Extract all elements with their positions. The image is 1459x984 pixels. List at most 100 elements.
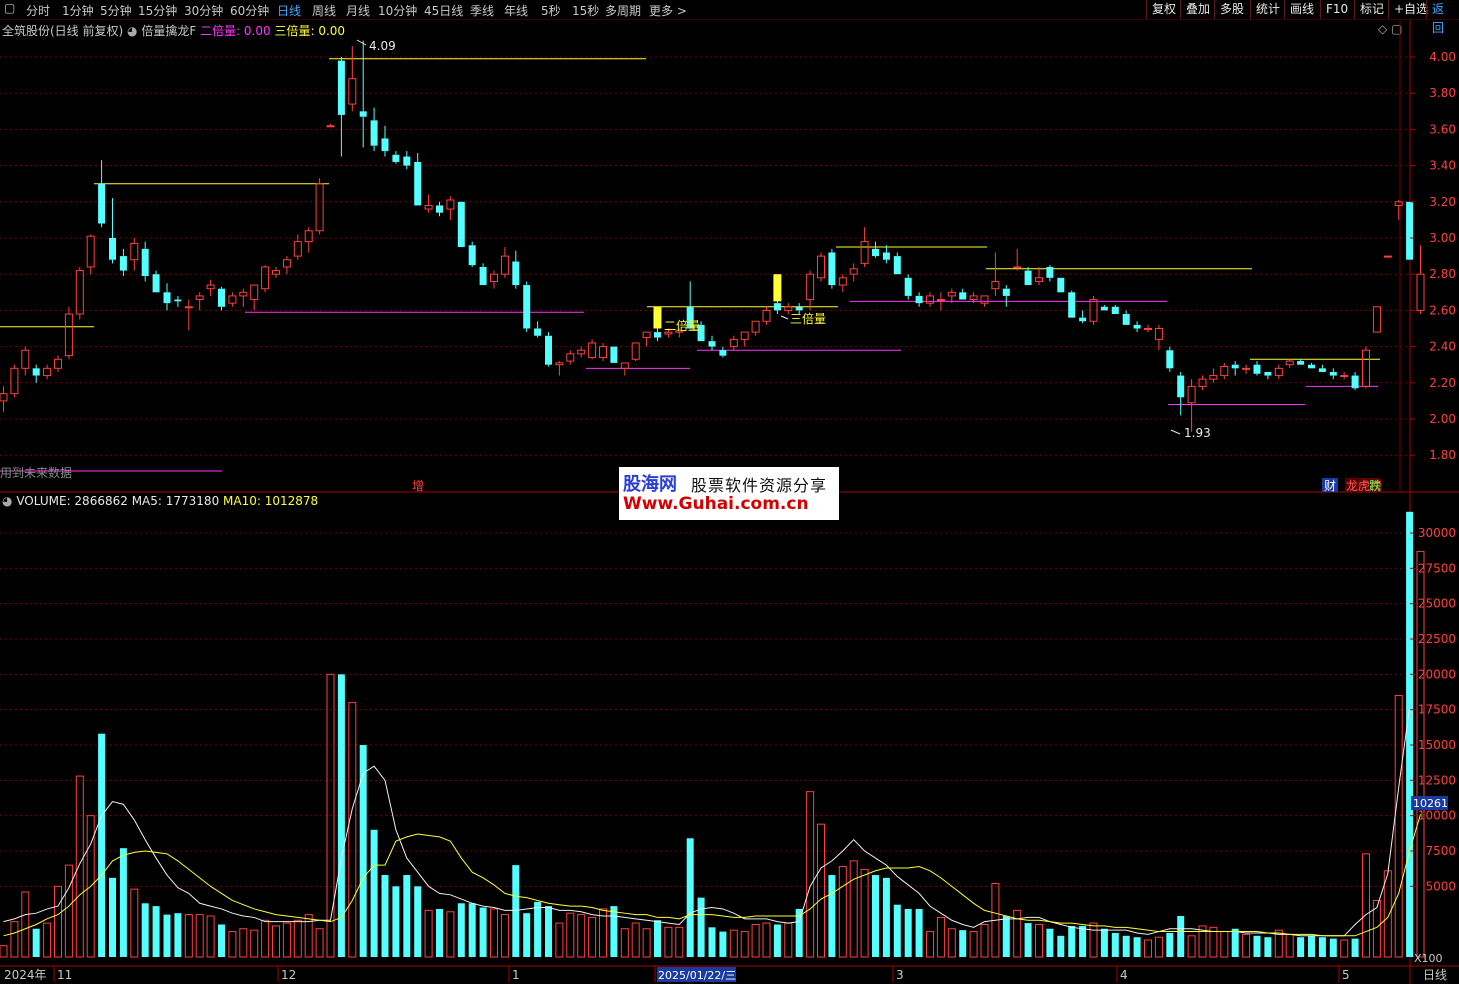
candle-up: [631, 342, 640, 360]
volume-bar-down: [1133, 937, 1141, 957]
volume-bar-up: [1035, 923, 1043, 958]
volume-bar-down: [174, 913, 182, 957]
candle-down: [915, 295, 923, 304]
volume-bar-up: [1383, 870, 1392, 958]
volume-bar-down: [109, 877, 116, 957]
candle-down: [457, 201, 465, 248]
volume-bar-down: [152, 906, 160, 957]
price-tick-label: 4.00: [1429, 50, 1456, 64]
candle-up: [947, 291, 956, 297]
volume-tick-label: 20000: [1418, 667, 1456, 681]
candle-up: [282, 259, 291, 268]
price-tick-label: 2.60: [1429, 303, 1456, 317]
candle-down: [1253, 364, 1261, 374]
volume-bar-up: [926, 931, 934, 958]
volume-bar-down: [523, 913, 531, 957]
candle-down: [98, 183, 106, 224]
candle-up: [1035, 277, 1043, 282]
candle-up: [599, 346, 607, 358]
volume-bar-down: [1329, 938, 1337, 957]
candle-down: [1329, 371, 1337, 376]
candle-down: [1068, 292, 1076, 318]
volume-bar-down: [1002, 916, 1010, 957]
ma5-line: [3, 706, 1411, 937]
double-volume-label: 二倍量: [664, 318, 700, 333]
volume-bar-up: [969, 931, 978, 958]
volume-bar-up: [1144, 939, 1152, 958]
volume-tick-label: 7500: [1425, 844, 1456, 858]
die-marker: 跌: [1369, 478, 1381, 493]
date-label: 12: [281, 968, 296, 982]
volume-tick-label: 12500: [1418, 773, 1456, 787]
candle-down: [1308, 364, 1315, 369]
candle-down: [1166, 350, 1174, 369]
candle-down: [141, 248, 149, 277]
candle-down: [163, 292, 171, 304]
volume-bar-down: [1231, 928, 1239, 957]
high-pointer: [356, 39, 367, 46]
candle-down: [468, 245, 476, 266]
candle-down: [1111, 306, 1119, 315]
candle-up: [184, 306, 193, 309]
volume-bar-up: [980, 923, 989, 958]
candle-down: [904, 277, 912, 296]
candle-up: [860, 241, 869, 264]
candle-up: [969, 295, 978, 301]
price-tick-label: 2.80: [1429, 267, 1456, 281]
candle-up: [926, 295, 934, 304]
candle-up: [784, 306, 793, 311]
volume-bar-up: [0, 945, 8, 958]
candle-down: [414, 161, 422, 206]
volume-bar-down: [468, 903, 476, 957]
volume-bar-down: [773, 924, 781, 957]
volume-bar-up: [348, 702, 357, 958]
volume-bar-up: [806, 791, 815, 958]
candle-down: [1264, 371, 1272, 376]
volume-bar-up: [1394, 695, 1403, 958]
volume-bars: [0, 511, 1425, 958]
candle-down: [1100, 306, 1108, 311]
candle-up: [21, 349, 30, 369]
volume-bar-down: [828, 875, 836, 957]
volume-bar-up: [54, 885, 62, 958]
volume-bar-down: [359, 745, 367, 957]
volume-bar-up: [577, 914, 586, 958]
volume-bar-down: [1177, 916, 1185, 957]
candle-down: [534, 328, 542, 336]
volume-bar-down: [654, 920, 661, 957]
candle-up: [261, 266, 270, 290]
volume-bar-up: [729, 929, 738, 958]
volume-bar-up: [849, 860, 858, 958]
volume-bar-down: [163, 914, 171, 957]
price-tick-label: 2.40: [1429, 340, 1456, 354]
volume-bar-down: [882, 877, 890, 957]
volume-bar-down: [1253, 935, 1261, 957]
volume-bar-down: [457, 903, 465, 957]
candle-up: [1383, 255, 1392, 258]
volume-bar-up: [490, 908, 498, 958]
volume-bar-up: [10, 921, 19, 958]
watermark-url: Www.Guhai.com.cn: [623, 494, 809, 514]
candle-up: [424, 204, 433, 210]
signal-candle: [773, 274, 782, 302]
volume-bar-up: [21, 891, 30, 958]
volume-bar-down: [610, 906, 618, 957]
candle-down: [872, 248, 879, 257]
volume-bar-up: [424, 909, 433, 958]
volume-bar-up: [130, 888, 139, 958]
volume-bar-up: [1220, 931, 1229, 958]
candle-down: [359, 111, 367, 117]
candle-up: [1362, 349, 1370, 387]
candle-down: [1024, 270, 1032, 286]
volume-bar-up: [1285, 933, 1294, 958]
candle-up: [1285, 360, 1294, 366]
candle-up: [250, 284, 259, 301]
volume-bar-down: [686, 838, 694, 957]
candle-up: [588, 342, 597, 358]
candles: [0, 40, 1425, 432]
candle-up: [806, 273, 815, 301]
volume-bar-down: [1318, 937, 1326, 957]
volume-bar-down: [959, 930, 967, 957]
candle-up: [980, 295, 989, 304]
candle-up: [228, 295, 237, 304]
